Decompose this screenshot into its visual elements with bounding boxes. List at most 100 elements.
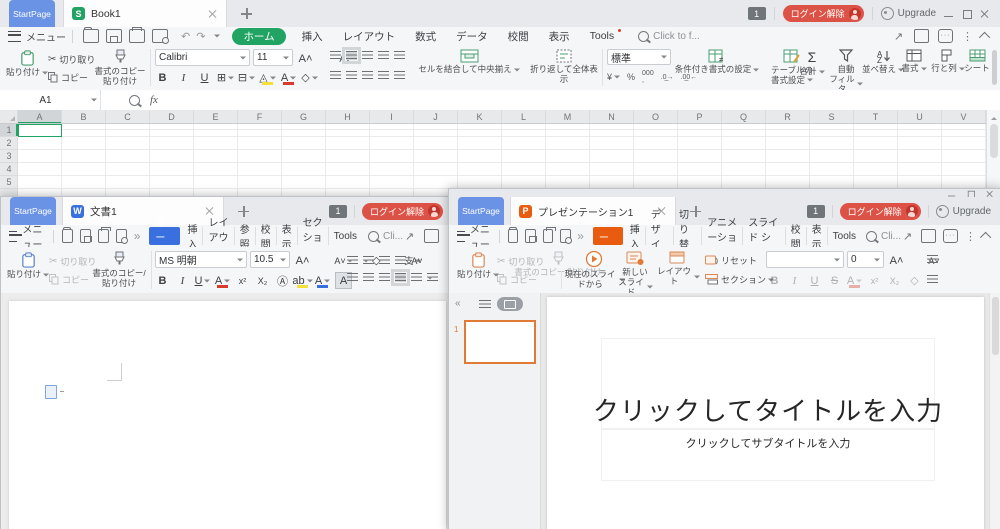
font-family-select[interactable]	[766, 251, 844, 268]
save-icon[interactable]	[80, 229, 91, 243]
ribbon-tab[interactable]: データ	[446, 27, 498, 45]
ribbon-tab[interactable]: レイアウト	[333, 27, 406, 45]
decrease-indent-icon[interactable]	[378, 51, 389, 60]
sum-button[interactable]: Σ 合計	[796, 49, 828, 77]
logout-button[interactable]: ログイン解除	[783, 5, 864, 22]
play-from-current-button[interactable]: 現在のスライドから	[563, 250, 625, 290]
new-tab-icon[interactable]	[241, 8, 252, 19]
ribbon-tab[interactable]: 参照	[235, 227, 256, 245]
search-icon[interactable]	[866, 231, 877, 242]
highlight-button[interactable]: ab	[295, 273, 310, 288]
menu-icon[interactable]	[457, 231, 465, 242]
menu-icon[interactable]	[9, 231, 17, 242]
new-slide-button[interactable]: 新しいスライド	[617, 250, 653, 298]
fx-label[interactable]: fx	[150, 94, 158, 106]
ribbon-tab[interactable]: 挿入	[182, 227, 203, 245]
copy-button[interactable]: コピー	[48, 71, 88, 84]
slide-canvas[interactable]: クリックしてタイトルを入力 クリックしてサブタイトルを入力	[547, 297, 984, 529]
print-preview-icon[interactable]	[116, 229, 127, 243]
ribbon-tab[interactable]: レイアウト	[203, 227, 234, 245]
ribbon-tab[interactable]: Tools	[580, 27, 625, 45]
bullet-list-icon[interactable]	[927, 255, 938, 264]
collapse-panel-icon[interactable]: «	[455, 298, 461, 309]
align-center-icon[interactable]	[363, 273, 374, 282]
align-right-icon[interactable]	[379, 273, 390, 282]
decrease-font-icon[interactable]: A˅	[332, 254, 347, 269]
wr-document-tab[interactable]: W 文書1	[62, 197, 224, 225]
strikethrough-button[interactable]: S	[827, 273, 842, 288]
print-icon[interactable]	[543, 229, 553, 243]
ribbon-tab[interactable]: 挿入	[292, 27, 333, 45]
increase-indent-icon[interactable]	[395, 256, 406, 265]
selected-cell-A1[interactable]	[18, 124, 62, 137]
logout-button[interactable]: ログイン解除	[840, 203, 921, 220]
decrease-indent-icon[interactable]	[379, 256, 390, 265]
pp-vertical-scrollbar[interactable]	[989, 293, 1000, 529]
ribbon-tab[interactable]: 校閲	[786, 227, 807, 245]
autofilter-button[interactable]: 自動フィルタ	[829, 49, 863, 95]
search-icon[interactable]	[368, 231, 379, 242]
search-placeholder[interactable]: Click to f...	[653, 31, 700, 42]
wr-tab-home[interactable]: ホーム	[149, 227, 180, 245]
close-tab-icon[interactable]	[208, 9, 218, 19]
scrollbar-thumb[interactable]	[990, 124, 998, 158]
column-header[interactable]: B	[62, 110, 106, 124]
column-header[interactable]: Q	[722, 110, 766, 124]
italic-button[interactable]: I	[787, 273, 802, 288]
column-header[interactable]: I	[370, 110, 414, 124]
distribute-icon[interactable]	[411, 273, 422, 282]
paste-button[interactable]: 貼り付け	[457, 251, 499, 280]
thousands-format-icon[interactable]: 000,	[642, 70, 654, 84]
increase-font-icon[interactable]: A˄	[298, 52, 313, 67]
history-dropdown-icon[interactable]	[214, 35, 220, 41]
column-header[interactable]: H	[326, 110, 370, 124]
ribbon-tab[interactable]: スライド ショー	[743, 227, 785, 245]
share-icon[interactable]: ↗	[403, 230, 416, 242]
wrap-text-button[interactable]: 折り返して全体表示	[528, 49, 600, 85]
cells-area[interactable]	[18, 124, 986, 196]
column-header[interactable]: G	[282, 110, 326, 124]
column-header[interactable]: O	[634, 110, 678, 124]
ss-tab-home[interactable]: ホーム	[232, 28, 285, 45]
bold-button[interactable]: B	[155, 273, 170, 288]
new-tab-icon[interactable]	[238, 206, 249, 217]
column-header[interactable]: U	[898, 110, 942, 124]
redo-icon[interactable]: ↷	[196, 30, 205, 43]
ribbon-tab[interactable]: 校閲	[498, 27, 539, 45]
line-spacing-icon[interactable]	[427, 273, 438, 282]
font-size-select[interactable]: 0	[847, 251, 884, 268]
page-setup-smart-icon[interactable]	[45, 385, 57, 399]
scrollbar-thumb[interactable]	[992, 297, 999, 355]
section-button[interactable]: セクション	[705, 273, 774, 286]
name-box[interactable]: A1	[0, 90, 101, 110]
column-header[interactable]: C	[106, 110, 150, 124]
superscript-button[interactable]: x²	[867, 273, 882, 288]
share-icon[interactable]: ↗	[901, 230, 914, 242]
underline-button[interactable]: U	[807, 273, 822, 288]
increase-indent-icon[interactable]	[394, 51, 405, 60]
ribbon-tab[interactable]: 数式	[405, 27, 446, 45]
search-icon[interactable]	[638, 31, 649, 42]
font-color-button[interactable]: A	[847, 273, 862, 288]
row-header[interactable]: 4	[0, 163, 18, 176]
comment-icon[interactable]: ···	[943, 229, 958, 243]
menu-label[interactable]: メニュー	[26, 29, 66, 44]
outline-view-icon[interactable]	[479, 300, 491, 309]
currency-format-icon[interactable]: ¥	[607, 72, 620, 82]
superscript-button[interactable]: x²	[235, 273, 250, 288]
column-header[interactable]: E	[194, 110, 238, 124]
vertical-scrollbar[interactable]	[986, 110, 1000, 196]
slide-view-toggle[interactable]	[497, 297, 523, 311]
column-header[interactable]: A	[18, 110, 62, 124]
new-window-icon[interactable]	[921, 229, 936, 243]
format-button[interactable]: 書式	[898, 49, 930, 74]
percent-format-icon[interactable]: %	[627, 72, 635, 82]
bullet-list-icon[interactable]	[347, 256, 358, 265]
column-header[interactable]: L	[502, 110, 546, 124]
distribute-icon[interactable]	[394, 71, 405, 80]
paste-button[interactable]: 貼り付け	[7, 251, 49, 280]
print-icon[interactable]	[98, 229, 109, 243]
formula-input[interactable]	[158, 90, 1000, 110]
upgrade-button[interactable]: Upgrade	[881, 7, 936, 20]
cut-button[interactable]: ✂ 切り取り	[48, 53, 95, 66]
